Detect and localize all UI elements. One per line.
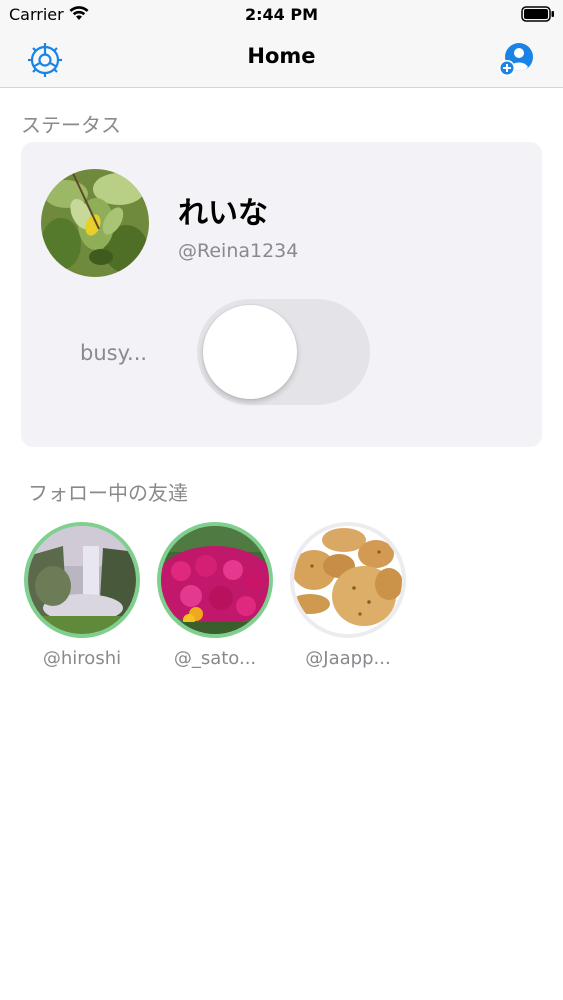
friend-handle: @_sato... [173,648,257,669]
toggle-knob [203,305,297,399]
navigation-bar: Home [0,30,563,88]
pink-flowers-photo [161,526,269,634]
friend-handle: @Jaapp... [305,648,391,669]
friend-item[interactable]: @Jaapp... [288,522,408,669]
status-card: れいな @Reina1234 busy... [21,142,542,447]
profile-photo [41,169,149,277]
friend-item[interactable]: @_sato... [155,522,275,669]
add-friend-button[interactable] [496,40,536,80]
friend-avatar[interactable] [157,522,273,638]
cookies-photo [294,526,402,634]
battery-icon [521,6,555,26]
status-section-label: ステータス [21,113,121,137]
page-title: Home [247,44,316,68]
friend-item[interactable]: @hiroshi [22,522,142,669]
friend-avatar[interactable] [24,522,140,638]
friend-handle: @hiroshi [42,648,122,669]
waterfall-photo [28,526,136,634]
status-label: busy... [80,341,148,365]
user-handle: @Reina1234 [178,240,299,262]
status-bar: Carrier 2:44 PM [0,0,563,30]
busy-toggle-switch[interactable] [197,299,370,405]
avatar[interactable] [41,169,149,277]
friend-avatar[interactable] [290,522,406,638]
display-name: れいな [178,196,268,231]
following-friends-label: フォロー中の友達 [28,481,188,505]
clock: 2:44 PM [244,5,318,24]
add-user-icon [499,43,533,76]
